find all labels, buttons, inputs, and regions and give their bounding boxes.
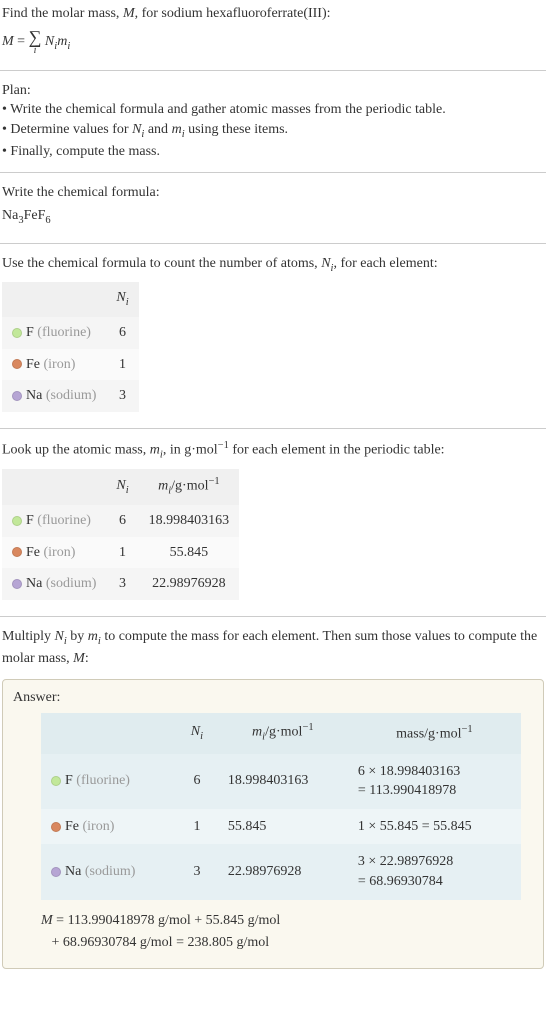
mass-calc: 3 × 22.98976928= 68.96930784 [348, 844, 521, 899]
element-dot-icon [51, 867, 61, 877]
intro-section: Find the molar mass, M, for sodium hexaf… [0, 0, 546, 64]
element-cell: Fe (iron) [41, 809, 176, 845]
element-cell: Na (sodium) [2, 568, 106, 600]
table-header-row: Ni mi/g·mol−1 mass/g·mol−1 [41, 713, 521, 753]
molar-mass-equation: M = ∑i Nimi [2, 28, 544, 56]
table-row: F (fluorine) 6 [2, 317, 139, 349]
empty-header [2, 282, 106, 316]
lookup-table: Ni mi/g·mol−1 F (fluorine) 6 18.99840316… [2, 469, 239, 600]
mi-header: mi/g·mol−1 [139, 469, 240, 505]
count-cell: 6 [106, 317, 138, 349]
mi-header: mi/g·mol−1 [218, 713, 348, 753]
plan-title: Plan: [2, 81, 544, 101]
element-cell: F (fluorine) [2, 317, 106, 349]
count-table: Ni F (fluorine) 6 Fe (iron) 1 Na (sodium… [2, 282, 139, 411]
table-row: F (fluorine) 6 18.998403163 [2, 505, 239, 537]
table-header-row: Ni [2, 282, 139, 316]
table-header-row: Ni mi/g·mol−1 [2, 469, 239, 505]
lookup-title: Look up the atomic mass, mi, in g·mol−1 … [2, 439, 544, 463]
Ni-header: Ni [176, 713, 218, 753]
empty-header [2, 469, 106, 505]
lookup-section: Look up the atomic mass, mi, in g·mol−1 … [0, 435, 546, 610]
mass-calc: 6 × 18.998403163= 113.990418978 [348, 754, 521, 809]
mass-header: mass/g·mol−1 [348, 713, 521, 753]
chemical-formula: Na3FeF6 [2, 206, 544, 228]
final-equation: M = 113.990418978 g/mol + 55.845 g/mol +… [41, 910, 533, 955]
empty-header [41, 713, 176, 753]
answer-title: Answer: [13, 688, 533, 708]
plan-bullet-3: • Finally, compute the mass. [2, 142, 544, 162]
sigma-icon: ∑i [29, 28, 42, 56]
element-dot-icon [12, 359, 22, 369]
table-row: Na (sodium) 3 22.98976928 3 × 22.9897692… [41, 844, 521, 899]
eq-Ni: N [45, 34, 54, 49]
element-dot-icon [12, 547, 22, 557]
element-cell: Fe (iron) [2, 537, 106, 569]
divider [0, 243, 546, 244]
element-cell: F (fluorine) [2, 505, 106, 537]
table-row: Fe (iron) 1 55.845 [2, 537, 239, 569]
intro-suffix: , for sodium hexafluoroferrate(III): [135, 6, 331, 21]
divider [0, 172, 546, 173]
answer-box: Answer: Ni mi/g·mol−1 mass/g·mol−1 F (fl… [2, 679, 544, 969]
write-formula-section: Write the chemical formula: Na3FeF6 [0, 179, 546, 237]
count-title: Use the chemical formula to count the nu… [2, 254, 544, 276]
element-cell: Na (sodium) [2, 380, 106, 412]
element-dot-icon [12, 391, 22, 401]
element-dot-icon [51, 822, 61, 832]
Ni-header: Ni [106, 469, 138, 505]
eq-mi: m [57, 34, 67, 49]
divider [0, 428, 546, 429]
table-row: Na (sodium) 3 22.98976928 [2, 568, 239, 600]
table-row: F (fluorine) 6 18.998403163 6 × 18.99840… [41, 754, 521, 809]
table-row: Fe (iron) 1 [2, 349, 139, 381]
answer-table: Ni mi/g·mol−1 mass/g·mol−1 F (fluorine) … [41, 713, 521, 899]
count-cell: 1 [106, 349, 138, 381]
Ni-header: Ni [106, 282, 138, 316]
mass-calc: 1 × 55.845 = 55.845 [348, 809, 521, 845]
intro-M: M [123, 6, 135, 21]
multiply-section: Multiply Ni by mi to compute the mass fo… [0, 623, 546, 673]
intro-line: Find the molar mass, M, for sodium hexaf… [2, 4, 544, 24]
element-cell: Fe (iron) [2, 349, 106, 381]
divider [0, 70, 546, 71]
element-dot-icon [12, 516, 22, 526]
plan-bullet-2: • Determine values for Ni and mi using t… [2, 120, 544, 142]
table-row: Na (sodium) 3 [2, 380, 139, 412]
divider [0, 616, 546, 617]
eq-M: M [2, 34, 14, 49]
plan-bullet-1: • Write the chemical formula and gather … [2, 100, 544, 120]
count-cell: 3 [106, 380, 138, 412]
element-dot-icon [51, 776, 61, 786]
count-section: Use the chemical formula to count the nu… [0, 250, 546, 422]
element-dot-icon [12, 328, 22, 338]
intro-prefix: Find the molar mass, [2, 6, 123, 21]
table-row: Fe (iron) 1 55.845 1 × 55.845 = 55.845 [41, 809, 521, 845]
write-formula-title: Write the chemical formula: [2, 183, 544, 203]
element-dot-icon [12, 579, 22, 589]
eq-equals: = [14, 34, 29, 49]
plan-section: Plan: • Write the chemical formula and g… [0, 77, 546, 166]
element-cell: F (fluorine) [41, 754, 176, 809]
element-cell: Na (sodium) [41, 844, 176, 899]
